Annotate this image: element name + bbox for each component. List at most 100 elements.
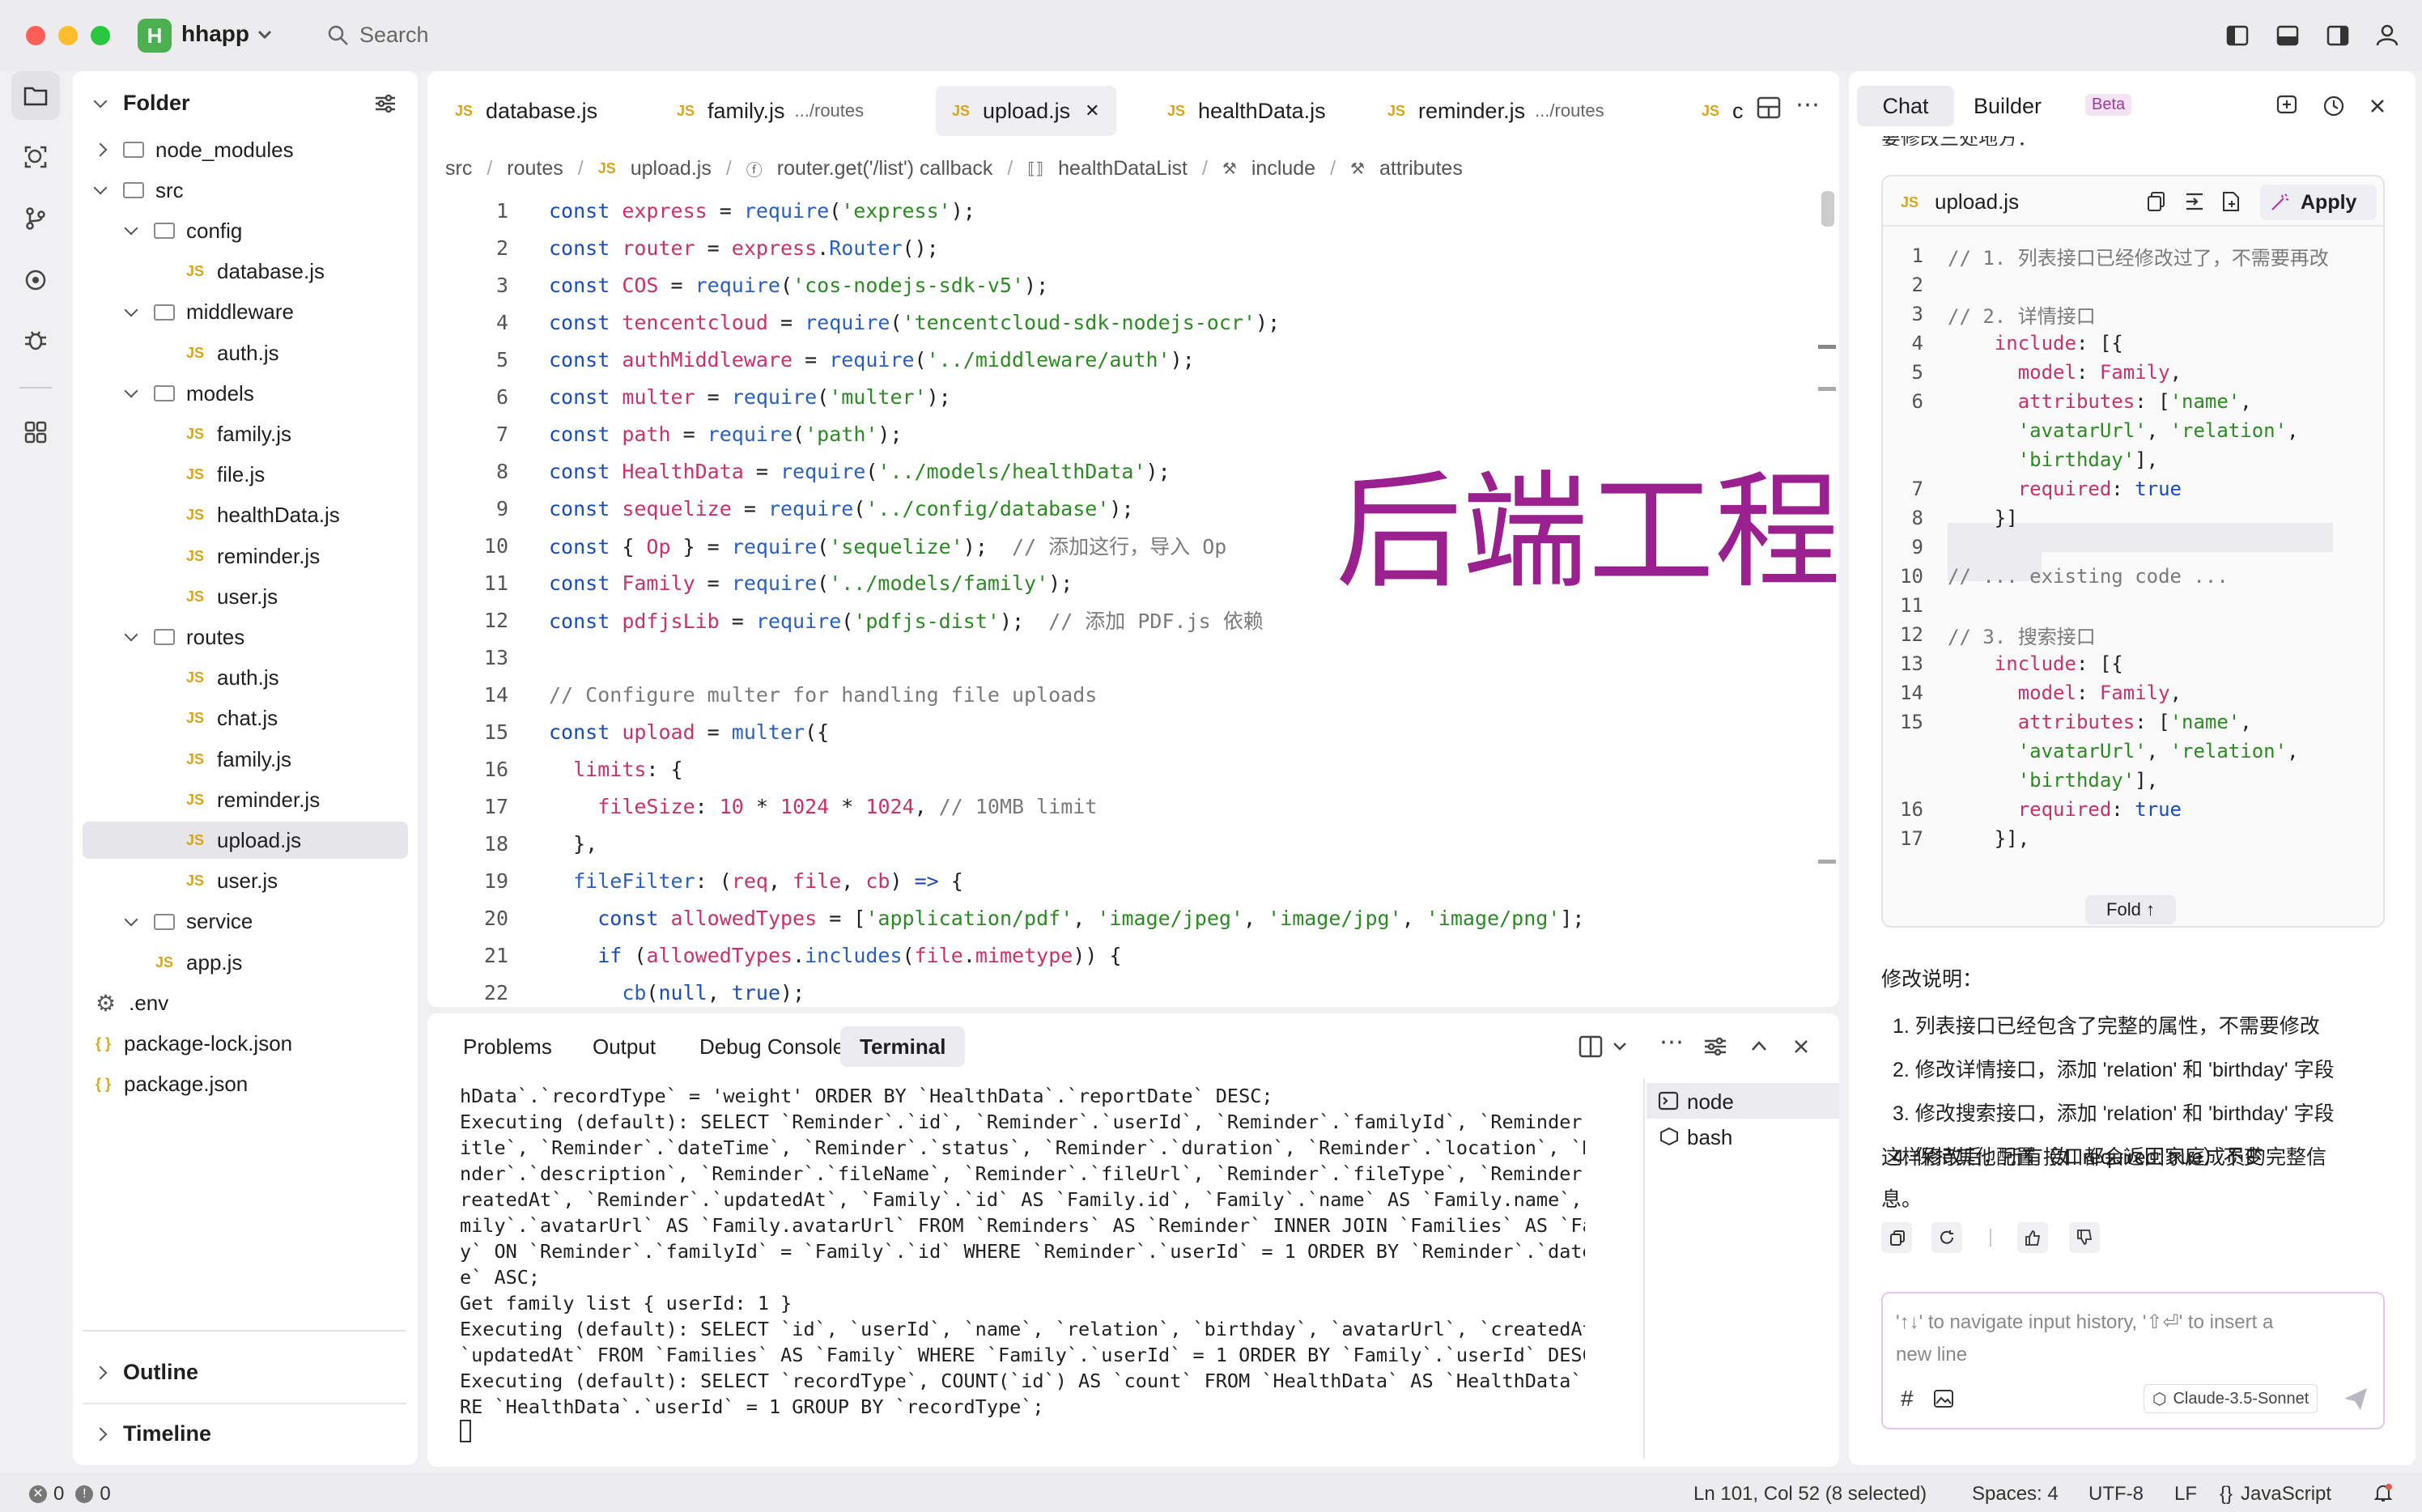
maximize-panel-icon[interactable] [1750, 1039, 1768, 1052]
tree-item[interactable]: { } package.json [73, 1066, 413, 1103]
tree-item[interactable]: JS file.js [73, 457, 413, 494]
timeline-section-header[interactable]: Timeline [93, 1421, 211, 1446]
chat-input-box[interactable]: '↑↓' to navigate input history, '⇧⏎' to … [1881, 1292, 2385, 1429]
outline-section-header[interactable]: Outline [93, 1360, 198, 1385]
minimize-window-button[interactable] [58, 26, 78, 45]
split-editor-icon[interactable] [1757, 96, 1781, 120]
language-mode[interactable]: {} JavaScript [2220, 1483, 2331, 1506]
model-selector[interactable]: ⬡ Claude-3.5-Sonnet [2144, 1384, 2318, 1413]
new-chat-icon[interactable] [2276, 94, 2301, 118]
tree-item[interactable]: models [73, 375, 413, 412]
tab[interactable]: JS healthData.js [1151, 86, 1342, 136]
notifications-icon[interactable] [2373, 1483, 2393, 1504]
toggle-panel-icon[interactable] [2276, 24, 2299, 47]
close-tab-icon[interactable]: ✕ [1085, 100, 1099, 121]
project-switcher[interactable]: hhapp [181, 21, 249, 47]
split-terminal-icon[interactable] [1579, 1034, 1603, 1059]
panel-tab[interactable]: Problems [444, 1026, 572, 1067]
send-icon[interactable] [2343, 1386, 2369, 1412]
panel-tab-active[interactable]: Terminal [840, 1026, 966, 1067]
copy-icon[interactable] [2147, 191, 2166, 212]
close-panel-icon[interactable] [1792, 1038, 1810, 1055]
terminal-session-node[interactable]: node [1647, 1083, 1839, 1119]
remote-button[interactable] [11, 256, 60, 304]
panel-tab[interactable]: Output [573, 1026, 675, 1067]
tree-item[interactable]: JS family.js [73, 415, 413, 452]
source-control-button[interactable] [11, 194, 60, 243]
tree-item[interactable]: middleware [73, 294, 413, 331]
close-window-button[interactable] [26, 26, 45, 45]
account-icon[interactable] [2375, 23, 2399, 47]
toggle-sidebar-icon[interactable] [2226, 24, 2249, 47]
tree-item[interactable]: JS healthData.js [73, 497, 413, 534]
tree-item[interactable]: JS auth.js [73, 334, 413, 372]
apply-button[interactable]: Apply [2260, 185, 2377, 220]
toggle-secondary-sidebar-icon[interactable] [2326, 24, 2349, 47]
tab[interactable]: JS reminder.js .../routes [1371, 86, 1621, 136]
more-actions-icon[interactable]: ⋯ [1659, 1028, 1684, 1056]
tab[interactable]: JS database.js [439, 86, 614, 136]
close-chat-icon[interactable] [2369, 97, 2386, 115]
tree-item[interactable]: src [73, 172, 413, 209]
breadcrumb-item[interactable]: include [1251, 157, 1315, 181]
tree-item[interactable]: JS reminder.js [73, 781, 413, 818]
panel-settings-icon[interactable] [1703, 1034, 1727, 1059]
tree-item[interactable]: JS family.js [73, 741, 413, 778]
copy-message-button[interactable] [1881, 1222, 1912, 1253]
folder-section-header[interactable]: Folder [93, 91, 190, 116]
tab[interactable]: JS family.js .../routes [661, 86, 880, 136]
app-icon[interactable]: H [138, 19, 172, 53]
tree-item[interactable]: service [73, 903, 413, 941]
history-icon[interactable] [2322, 94, 2346, 118]
tree-item[interactable]: node_modules [73, 131, 413, 168]
tree-item[interactable]: JS app.js [73, 944, 413, 981]
tree-item[interactable]: JS database.js [73, 253, 413, 291]
tab-active[interactable]: JS upload.js ✕ [936, 86, 1116, 136]
thumbs-down-button[interactable] [2069, 1222, 2100, 1253]
problems-status[interactable]: ✕ 0 ! 0 [29, 1483, 111, 1506]
tree-item[interactable]: { } package-lock.json [73, 1025, 413, 1062]
chevron-down-icon[interactable] [1613, 1041, 1627, 1052]
tree-item[interactable]: JS reminder.js [73, 537, 413, 575]
tab[interactable]: JS c [1685, 86, 1760, 136]
tree-item[interactable]: JS user.js [73, 578, 413, 615]
encoding-setting[interactable]: UTF-8 [2088, 1483, 2144, 1506]
breadcrumb-item[interactable]: routes [507, 157, 563, 181]
editor-scrollbar[interactable] [1821, 191, 1834, 227]
chat-input[interactable]: '↑↓' to navigate input history, '⇧⏎' to … [1896, 1306, 2273, 1371]
debug-button[interactable] [11, 316, 60, 364]
image-icon[interactable] [1933, 1389, 1954, 1408]
maximize-window-button[interactable] [91, 26, 110, 45]
tree-item[interactable]: JS auth.js [73, 660, 413, 697]
more-actions-icon[interactable]: ⋯ [1795, 91, 1820, 119]
terminal-output[interactable]: hData`.`recordType` = 'weight' ORDER BY … [460, 1083, 1585, 1420]
breadcrumb-item[interactable]: upload.js [631, 157, 712, 181]
cursor-position[interactable]: Ln 101, Col 52 (8 selected) [1693, 1483, 1927, 1506]
breadcrumb-item[interactable]: src [445, 157, 472, 181]
tree-item[interactable]: config [73, 212, 413, 249]
panel-tab[interactable]: Debug Console [680, 1026, 864, 1067]
fold-button[interactable]: Fold ↑ [2085, 895, 2176, 924]
extensions-button[interactable] [11, 408, 60, 457]
tree-item[interactable]: routes [73, 618, 413, 656]
tree-item[interactable]: JS chat.js [73, 700, 413, 737]
search-input[interactable]: Search [359, 23, 429, 48]
hashtag-icon[interactable]: # [1901, 1386, 1914, 1412]
breadcrumb-item[interactable]: attributes [1379, 157, 1463, 181]
tree-item-selected[interactable]: JS upload.js [83, 822, 408, 860]
breadcrumb-item[interactable]: healthDataList [1058, 157, 1188, 181]
new-file-icon[interactable] [2221, 191, 2241, 212]
breadcrumb-item[interactable]: router.get('/list') callback [777, 157, 993, 181]
tree-item[interactable]: ⚙ .env [73, 984, 413, 1021]
filter-settings-icon[interactable] [374, 92, 397, 115]
insert-icon[interactable] [2184, 191, 2205, 212]
tree-item[interactable]: JS user.js [73, 863, 413, 900]
eol-setting[interactable]: LF [2174, 1483, 2197, 1506]
chevron-down-icon[interactable] [257, 28, 272, 42]
builder-tab[interactable]: Builder [1974, 94, 2042, 119]
thumbs-up-button[interactable] [2017, 1222, 2048, 1253]
search-view-button[interactable] [11, 133, 60, 181]
regenerate-button[interactable] [1931, 1222, 1962, 1253]
explorer-button[interactable] [11, 71, 60, 120]
terminal-session-bash[interactable]: bash [1647, 1119, 1839, 1154]
